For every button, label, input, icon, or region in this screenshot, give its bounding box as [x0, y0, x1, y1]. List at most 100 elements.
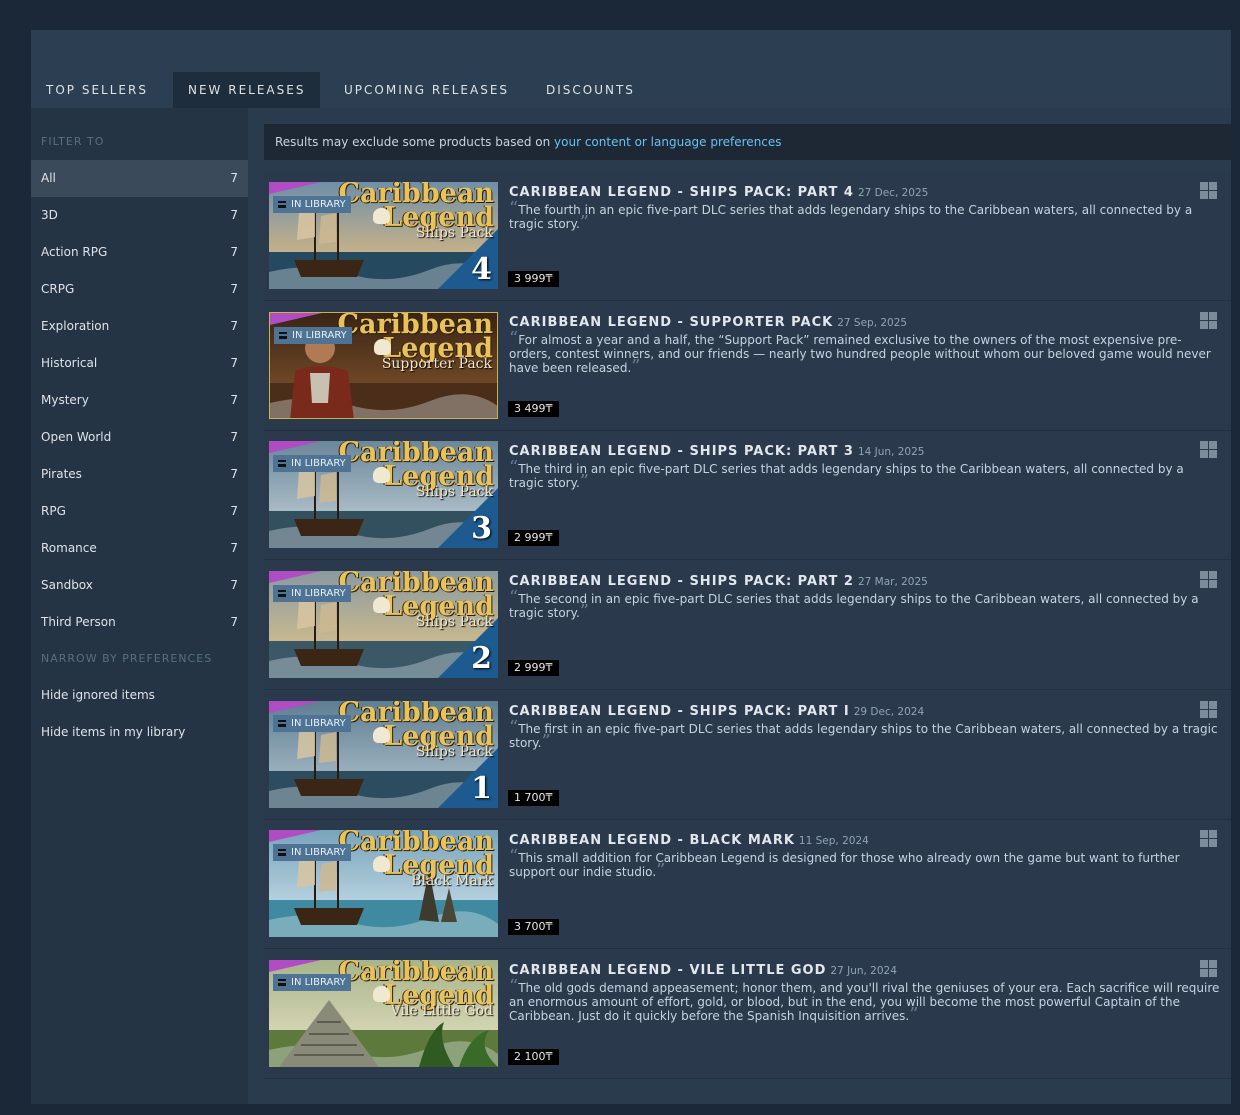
price-tag[interactable]: 2 999₸ — [508, 660, 559, 676]
purple-corner-icon — [269, 701, 321, 713]
description-text: The third in an epic five-part DLC serie… — [509, 462, 1184, 490]
in-library-label: IN LIBRARY — [291, 458, 346, 469]
result-title-text: CARIBBEAN LEGEND - SHIPS PACK: PART 4 — [509, 185, 854, 200]
purple-corner-icon — [270, 313, 322, 325]
tab-bar: TOP SELLERS NEW RELEASES UPCOMING RELEAS… — [31, 30, 1231, 108]
in-library-label: IN LIBRARY — [291, 977, 346, 988]
filter-label: Open World — [41, 430, 112, 444]
result-description: “The old gods demand appeasement; honor … — [509, 978, 1221, 1024]
open-quote-icon: “ — [509, 198, 519, 219]
capsule-image: Caribbean Legend Ships Pack 1 IN LIBRARY — [269, 701, 498, 808]
capsule-subtitle: Black Mark — [411, 873, 493, 889]
in-library-badge: IN LIBRARY — [273, 196, 351, 213]
filter-count: 7 — [230, 393, 238, 407]
result-title[interactable]: CARIBBEAN LEGEND - SHIPS PACK: PART I 29 … — [509, 704, 924, 719]
filter-item-open-world[interactable]: Open World 7 — [31, 419, 248, 456]
price-tag[interactable]: 3 999₸ — [508, 271, 559, 287]
list-icon — [279, 332, 287, 339]
price-tag[interactable]: 3 499₸ — [508, 401, 559, 417]
result-row[interactable]: Caribbean Legend Vile Little God IN LIBRARY… — [264, 950, 1231, 1079]
capsule-image: Caribbean Legend Vile Little God IN LIBRARY — [269, 960, 498, 1067]
result-title-text: CARIBBEAN LEGEND - BLACK MARK — [509, 833, 795, 848]
filter-item-romance[interactable]: Romance 7 — [31, 530, 248, 567]
result-description: “For almost a year and a half, the “Supp… — [509, 330, 1221, 376]
result-row[interactable]: Caribbean Legend Black Mark IN LIBRARY CARIB… — [264, 820, 1231, 949]
hide-library-items[interactable]: Hide items in my library — [41, 725, 185, 739]
filter-item-crpg[interactable]: CRPG 7 — [31, 271, 248, 308]
preferences-link[interactable]: your content or language preferences — [554, 135, 782, 149]
filter-label: RPG — [41, 504, 66, 518]
result-title[interactable]: CARIBBEAN LEGEND - VILE LITTLE GOD 27 Jun… — [509, 963, 897, 978]
filter-item-3d[interactable]: 3D 7 — [31, 197, 248, 234]
capsule-logo: Caribbean Legend — [338, 571, 494, 620]
result-title[interactable]: CARIBBEAN LEGEND - SUPPORTER PACK 27 Sep,… — [509, 315, 907, 330]
filter-item-all[interactable]: All 7 — [31, 160, 248, 197]
list-icon — [278, 849, 286, 856]
result-row[interactable]: Caribbean Legend Ships Pack 4 IN LIBRARY CARI… — [264, 172, 1231, 301]
filter-item-pirates[interactable]: Pirates 7 — [31, 456, 248, 493]
result-description: “This small addition for Caribbean Legen… — [509, 848, 1221, 881]
skull-icon — [373, 727, 390, 743]
in-library-label: IN LIBRARY — [291, 588, 346, 599]
result-row[interactable]: Caribbean Legend Supporter Pack IN LIBRARY C… — [264, 302, 1231, 431]
windows-icon — [1200, 312, 1217, 329]
result-title[interactable]: CARIBBEAN LEGEND - SHIPS PACK: PART 3 14 … — [509, 444, 924, 459]
purple-corner-icon — [269, 960, 321, 972]
close-quote-icon: ” — [579, 471, 589, 492]
capsule-logo: Caribbean Legend — [338, 441, 494, 490]
filter-item-exploration[interactable]: Exploration 7 — [31, 308, 248, 345]
capsule-image: Caribbean Legend Supporter Pack IN LIBRARY — [269, 312, 498, 419]
tab-new-releases[interactable]: NEW RELEASES — [173, 72, 321, 108]
filter-item-third-person[interactable]: Third Person 7 — [31, 604, 248, 641]
purple-corner-icon — [269, 830, 321, 842]
tab-discounts[interactable]: DISCOUNTS — [546, 72, 635, 108]
release-date: 29 Dec, 2024 — [853, 706, 925, 718]
result-title[interactable]: CARIBBEAN LEGEND - SHIPS PACK: PART 4 27 … — [509, 185, 928, 200]
filter-count: 7 — [230, 504, 238, 518]
purple-corner-icon — [269, 571, 321, 583]
filter-heading: FILTER TO — [41, 135, 105, 148]
filter-count: 7 — [230, 171, 238, 185]
release-date: 27 Dec, 2025 — [857, 187, 929, 199]
windows-icon — [1200, 960, 1217, 977]
price-tag[interactable]: 1 700₸ — [508, 790, 559, 806]
windows-icon — [1200, 182, 1217, 199]
description-text: The fourth in an epic five-part DLC seri… — [509, 203, 1193, 231]
result-title[interactable]: CARIBBEAN LEGEND - SHIPS PACK: PART 2 27 … — [509, 574, 928, 589]
result-row[interactable]: Caribbean Legend Ships Pack 1 IN LIBRARY CARI… — [264, 691, 1231, 820]
capsule-image: Caribbean Legend Ships Pack 3 IN LIBRARY — [269, 441, 498, 548]
price-tag[interactable]: 2 999₸ — [508, 530, 559, 546]
notice-text: Results may exclude some products based … — [275, 135, 555, 149]
filter-item-mystery[interactable]: Mystery 7 — [31, 382, 248, 419]
result-title[interactable]: CARIBBEAN LEGEND - BLACK MARK 11 Sep, 202… — [509, 833, 869, 848]
filter-label: Mystery — [41, 393, 89, 407]
in-library-badge: IN LIBRARY — [273, 715, 351, 732]
filter-sidebar: FILTER TO All 7 3D 7 Action RPG 7 CRPG 7 Explora… — [31, 108, 248, 1104]
purple-corner-icon — [269, 182, 321, 194]
capsule-number: 4 — [471, 252, 492, 287]
windows-icon — [1200, 441, 1217, 458]
filter-label: Exploration — [41, 319, 110, 333]
skull-icon — [373, 597, 390, 613]
filter-item-historical[interactable]: Historical 7 — [31, 345, 248, 382]
capsule-subtitle: Ships Pack — [415, 225, 493, 241]
result-title-text: CARIBBEAN LEGEND - SHIPS PACK: PART I — [509, 704, 850, 719]
filter-item-rpg[interactable]: RPG 7 — [31, 493, 248, 530]
close-quote-icon: ” — [656, 860, 666, 881]
filter-count: 7 — [230, 245, 238, 259]
open-quote-icon: “ — [509, 587, 519, 608]
filter-item-action-rpg[interactable]: Action RPG 7 — [31, 234, 248, 271]
result-row[interactable]: Caribbean Legend Ships Pack 3 IN LIBRARY CARI… — [264, 431, 1231, 560]
tab-top-sellers[interactable]: TOP SELLERS — [46, 72, 148, 108]
filter-item-sandbox[interactable]: Sandbox 7 — [31, 567, 248, 604]
price-tag[interactable]: 2 100₸ — [508, 1049, 559, 1065]
hide-ignored-items[interactable]: Hide ignored items — [41, 688, 155, 702]
list-icon — [278, 590, 286, 597]
in-library-badge: IN LIBRARY — [273, 844, 351, 861]
close-quote-icon: ” — [579, 212, 589, 233]
skull-icon — [373, 856, 390, 872]
tab-upcoming-releases[interactable]: UPCOMING RELEASES — [344, 72, 509, 108]
filter-label: Third Person — [41, 615, 116, 629]
result-row[interactable]: Caribbean Legend Ships Pack 2 IN LIBRARY CARI… — [264, 561, 1231, 690]
price-tag[interactable]: 3 700₸ — [508, 919, 559, 935]
